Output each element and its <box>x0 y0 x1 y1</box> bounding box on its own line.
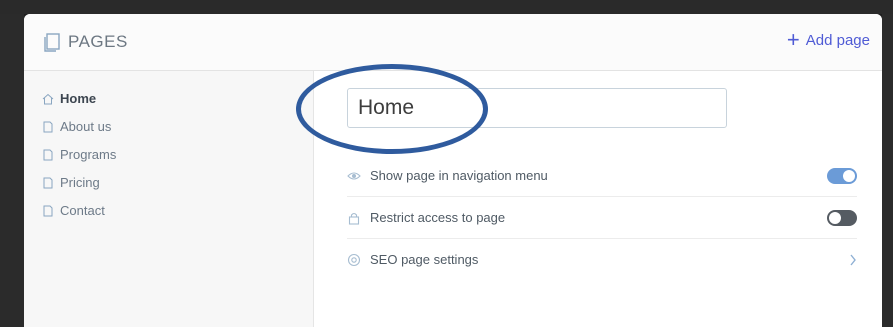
sidebar-item-programs[interactable]: Programs <box>42 147 116 162</box>
sidebar-item-label: Contact <box>60 203 105 218</box>
home-icon <box>42 93 54 104</box>
page-settings-main: Show page in navigation menu Restrict ac… <box>314 71 882 327</box>
page-icon <box>43 121 53 132</box>
restrict-access-row[interactable]: Restrict access to page <box>347 197 857 239</box>
toggle-knob <box>843 169 855 182</box>
page-icon <box>43 205 53 216</box>
sidebar-item-pricing[interactable]: Pricing <box>42 175 100 190</box>
page-icon <box>43 149 53 160</box>
lock-icon <box>348 212 360 225</box>
add-page-label: Add page <box>805 31 870 49</box>
panel-title: PAGES <box>68 32 128 51</box>
pages-icon <box>44 33 60 52</box>
sidebar-item-about-us[interactable]: About us <box>42 119 111 134</box>
seo-settings-row[interactable]: SEO page settings <box>347 239 857 280</box>
sidebar-item-contact[interactable]: Contact <box>42 203 105 218</box>
pages-panel: PAGES + Add page Home About us Programs … <box>24 14 882 327</box>
seo-icon <box>347 253 361 266</box>
seo-settings-label: SEO page settings <box>370 252 479 267</box>
show-in-nav-label: Show page in navigation menu <box>370 168 548 183</box>
restrict-access-toggle[interactable] <box>827 209 857 226</box>
chevron-right-icon[interactable] <box>849 254 857 266</box>
background-right <box>882 14 893 327</box>
panel-header: PAGES + Add page <box>24 14 882 71</box>
eye-icon <box>347 171 361 180</box>
sidebar-item-label: About us <box>60 119 112 134</box>
show-in-nav-toggle[interactable] <box>827 167 857 184</box>
page-icon <box>43 177 53 188</box>
plus-icon: + <box>786 27 800 52</box>
sidebar-item-label: Pricing <box>60 175 100 190</box>
sidebar-item-label: Home <box>60 91 97 106</box>
page-name-input[interactable] <box>347 88 727 128</box>
toggle-knob <box>829 211 841 224</box>
background-left <box>0 14 24 327</box>
restrict-access-label: Restrict access to page <box>370 210 506 225</box>
add-page-button[interactable]: + Add page <box>786 27 870 52</box>
pages-sidebar: Home About us Programs Pricing Contact <box>24 71 314 327</box>
background-top-strip <box>0 0 893 14</box>
show-in-nav-row[interactable]: Show page in navigation menu <box>347 155 857 197</box>
sidebar-item-label: Programs <box>60 147 117 162</box>
sidebar-item-home[interactable]: Home <box>42 91 96 106</box>
